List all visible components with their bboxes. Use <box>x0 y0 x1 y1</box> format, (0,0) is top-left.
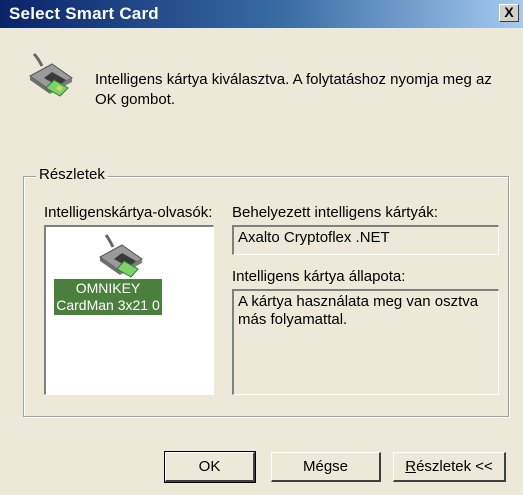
reader-item-omnikey[interactable]: OMNIKEY CardMan 3x21 0 <box>54 279 162 315</box>
inserted-cards-label: Behelyezett intelligens kártyák: <box>232 204 438 221</box>
details-toggle-button[interactable]: Részletek << <box>393 452 506 482</box>
close-button[interactable]: X <box>499 4 519 22</box>
card-status-field: A kártya használata meg van osztva más f… <box>232 289 499 395</box>
window-title: Select Smart Card <box>9 4 159 23</box>
ok-button[interactable]: OK <box>164 451 256 483</box>
card-status-label: Intelligens kártya állapota: <box>232 268 406 285</box>
card-reader-icon <box>99 234 143 278</box>
smart-card-reader-icon <box>29 52 73 97</box>
reader-list[interactable]: OMNIKEY CardMan 3x21 0 <box>44 225 214 395</box>
inserted-card-field: Axalto Cryptoflex .NET <box>232 225 499 255</box>
title-bar[interactable]: Select Smart Card X <box>0 0 523 28</box>
status-message: Intelligens kártya kiválasztva. A folyta… <box>95 71 492 108</box>
cancel-button[interactable]: Mégse <box>271 452 381 482</box>
details-group-title: Részletek <box>36 166 108 183</box>
readers-label: Intelligenskártya-olvasók: <box>44 204 213 221</box>
